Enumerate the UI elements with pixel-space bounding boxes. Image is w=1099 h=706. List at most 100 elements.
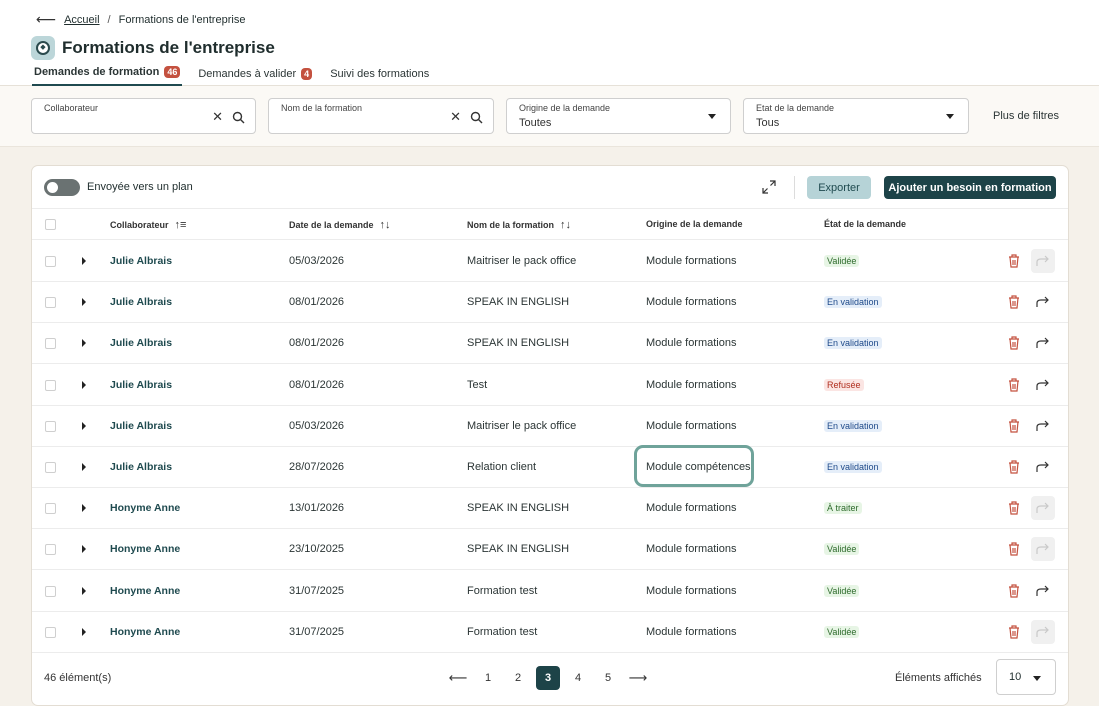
table-row[interactable]: Julie Albrais 08/01/2026 SPEAK IN ENGLISH M… [32,323,1068,365]
clear-icon[interactable]: ✕ [450,109,461,125]
row-checkbox[interactable] [45,256,56,267]
trash-icon[interactable] [1007,377,1021,393]
collaborateur-cell[interactable]: Julie Albrais [110,337,172,349]
status-badge: En validation [824,419,882,432]
breadcrumb-home-link[interactable]: Accueil [64,14,99,26]
table-row[interactable]: Julie Albrais 28/07/2026 Relation client Mo… [32,447,1068,488]
send-to-plan-button[interactable] [1031,290,1055,314]
trash-icon[interactable] [1007,624,1021,640]
header-formation[interactable]: Nom de la formation ↑↓ [467,219,571,231]
row-checkbox[interactable] [45,544,56,556]
page-size-select[interactable]: 10 [996,659,1056,695]
expand-row-icon[interactable] [82,463,86,471]
collaborateur-cell[interactable]: Julie Albrais [110,296,172,308]
trash-icon[interactable] [1007,500,1021,516]
collaborateur-cell[interactable]: Julie Albrais [110,255,172,267]
expand-row-icon[interactable] [82,421,86,430]
collaborateur-cell[interactable]: Julie Albrais [110,461,172,473]
row-checkbox[interactable] [45,626,56,638]
origine-select[interactable]: Origine de la demande Toutes [506,98,731,134]
row-checkbox[interactable] [45,503,56,515]
formation-search-field[interactable]: Nom de la formation ✕ [268,98,494,134]
page-button[interactable]: 2 [506,666,530,690]
row-checkbox[interactable] [45,462,56,473]
tab-demandes-a-valider[interactable]: Demandes à valider 4 [196,64,314,87]
expand-row-icon[interactable] [82,298,86,307]
expand-row-icon[interactable] [82,627,86,636]
pagination: ⟵ 1 2 3 4 5 ⟶ [446,666,650,690]
expand-row-icon[interactable] [82,257,86,265]
expand-icon[interactable] [762,180,776,194]
page-button[interactable]: 1 [476,666,500,690]
table-row[interactable]: Julie Albrais 08/01/2026 Test Module format… [32,365,1068,406]
collaborateur-cell[interactable]: Julie Albrais [110,420,172,432]
trash-icon[interactable] [1007,541,1021,557]
page-button-current[interactable]: 3 [536,666,560,690]
back-arrow-icon[interactable]: ⟵ [36,11,56,28]
trash-icon[interactable] [1007,253,1021,269]
collaborateur-search-field[interactable]: Collaborateur ✕ [31,98,256,134]
row-checkbox[interactable] [45,297,56,309]
table-row[interactable]: Julie Albrais 05/03/2026 Maitriser le pack… [32,241,1068,282]
page-button[interactable]: 4 [566,666,590,690]
date-cell: 05/03/2026 [289,419,345,432]
header-date[interactable]: Date de la demande ↑↓ [289,219,391,231]
sort-icon[interactable]: ↑↓ [560,219,571,231]
row-checkbox[interactable] [45,585,56,597]
expand-row-icon[interactable] [82,339,86,348]
next-page-button[interactable]: ⟶ [626,666,650,690]
search-icon[interactable] [470,111,483,124]
table-row[interactable]: Honyme Anne 31/07/2025 Formation test Modul… [32,571,1068,612]
trash-icon[interactable] [1007,418,1021,434]
expand-row-icon[interactable] [82,380,86,389]
clear-icon[interactable]: ✕ [212,109,223,125]
status-badge: À traiter [824,502,862,515]
export-button[interactable]: Exporter [807,176,871,199]
sort-icon[interactable]: ↑↓ [380,219,391,231]
trash-icon[interactable] [1007,583,1021,599]
send-to-plan-button[interactable] [1031,414,1055,438]
send-to-plan-button[interactable] [1031,496,1055,521]
formation-cell: Maitriser le pack office [467,255,577,267]
tab-suivi-formations[interactable]: Suivi des formations [328,64,431,87]
expand-row-icon[interactable] [82,504,86,513]
trash-icon[interactable] [1007,294,1021,310]
sent-to-plan-toggle[interactable] [44,179,80,196]
status-badge: Validée [824,543,860,556]
table-row[interactable]: Honyme Anne 13/01/2026 SPEAK IN ENGLISH Mod… [32,488,1068,530]
field-value: Toutes [519,117,552,129]
search-icon[interactable] [232,111,245,124]
trash-icon[interactable] [1007,335,1021,351]
row-checkbox[interactable] [45,420,56,432]
trash-icon[interactable] [1007,459,1021,475]
more-filters-button[interactable]: Plus de filtres [993,110,1059,122]
collaborateur-cell[interactable]: Honyme Anne [110,585,180,597]
prev-page-button[interactable]: ⟵ [446,666,470,690]
expand-row-icon[interactable] [82,545,86,554]
add-training-need-button[interactable]: Ajouter un besoin en formation [884,176,1056,199]
tab-demandes-formation[interactable]: Demandes de formation 46 [32,64,183,87]
header-collaborateur[interactable]: Collaborateur ↑≡ [110,219,186,231]
table-row[interactable]: Honyme Anne 23/10/2025 SPEAK IN ENGLISH Mod… [32,529,1068,571]
send-to-plan-button[interactable] [1031,537,1055,562]
table-row[interactable]: Honyme Anne 31/07/2025 Formation test Modul… [32,612,1068,653]
send-to-plan-button[interactable] [1031,331,1055,355]
collaborateur-cell[interactable]: Honyme Anne [110,502,180,514]
send-to-plan-button[interactable] [1031,373,1055,397]
collaborateur-cell[interactable]: Honyme Anne [110,543,180,555]
send-to-plan-button[interactable] [1031,249,1055,273]
table-row[interactable]: Julie Albrais 05/03/2026 Maitriser le pack… [32,406,1068,447]
select-all-checkbox[interactable] [45,219,56,230]
send-to-plan-button[interactable] [1031,579,1055,603]
page-button[interactable]: 5 [596,666,620,690]
collaborateur-cell[interactable]: Julie Albrais [110,379,172,391]
send-to-plan-button[interactable] [1031,455,1055,479]
send-to-plan-button[interactable] [1031,619,1055,644]
row-checkbox[interactable] [45,379,56,391]
etat-select[interactable]: Etat de la demande Tous [743,98,969,134]
table-row[interactable]: Julie Albrais 08/01/2026 SPEAK IN ENGLISH M… [32,282,1068,324]
row-checkbox[interactable] [45,338,56,350]
collaborateur-cell[interactable]: Honyme Anne [110,626,180,638]
expand-row-icon[interactable] [82,586,86,595]
sort-asc-icon[interactable]: ↑≡ [175,219,187,231]
